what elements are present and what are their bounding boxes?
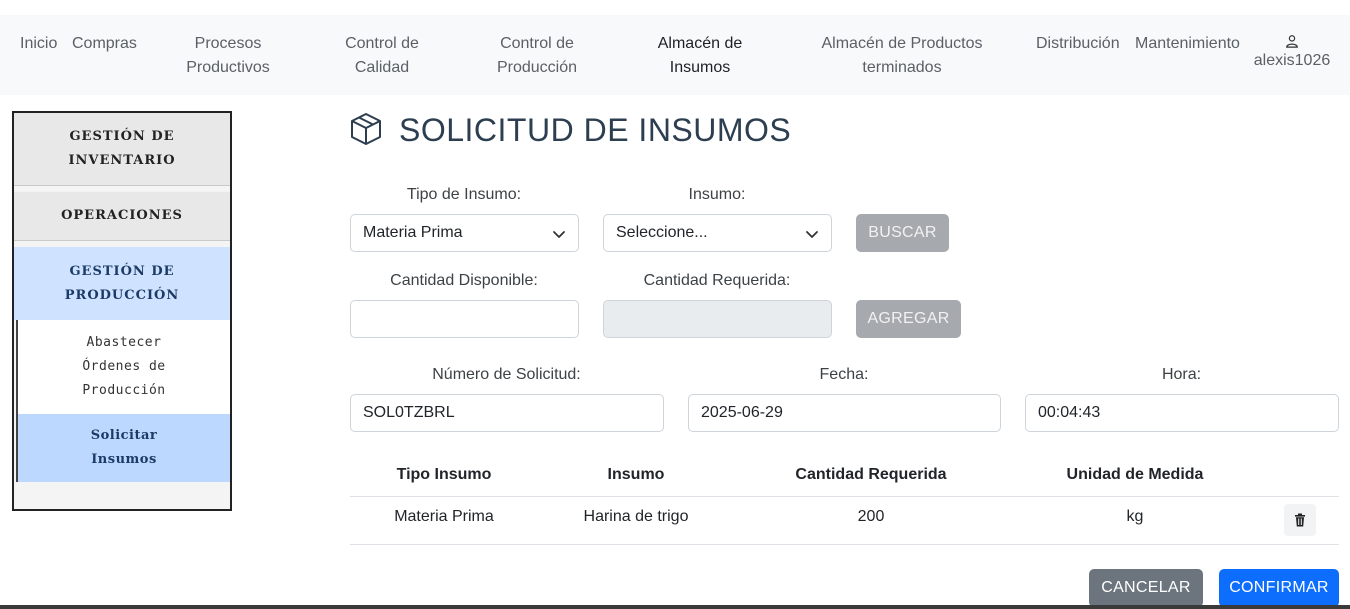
cantidad-disponible-label: Cantidad Disponible: xyxy=(390,272,538,289)
top-navbar: Inicio Compras Procesos Productivos Contr… xyxy=(0,15,1350,95)
cell-tipo: Materia Prima xyxy=(394,508,494,525)
cell-insumo: Harina de trigo xyxy=(583,508,689,525)
hora-field[interactable]: 00:04:43 xyxy=(1025,394,1339,432)
nav-item-distribucion[interactable]: Distribución xyxy=(1036,32,1120,56)
tipo-insumo-select[interactable]: Materia Prima xyxy=(350,214,579,252)
cancel-button[interactable]: CANCELAR xyxy=(1089,569,1203,607)
sidebar-section-gestion-produccion[interactable]: GESTIÓN DE PRODUCCIÓN xyxy=(14,247,230,320)
chevron-down-icon xyxy=(553,231,565,238)
numero-solicitud-label: Número de Solicitud: xyxy=(432,366,581,383)
column-header-cantidad: Cantidad Requerida xyxy=(795,466,947,483)
table-header-divider xyxy=(350,496,1339,497)
cell-unidad: kg xyxy=(1126,508,1144,525)
agregar-button[interactable]: AGREGAR xyxy=(856,300,961,338)
sidebar-section-operaciones[interactable]: OPERACIONES xyxy=(14,192,230,241)
fecha-field[interactable]: 2025-06-29 xyxy=(688,394,1001,432)
nav-item-procesos-productivos[interactable]: Procesos Productivos xyxy=(168,32,288,80)
insumo-label: Insumo: xyxy=(688,186,746,203)
nav-item-control-produccion[interactable]: Control de Producción xyxy=(477,32,597,80)
nav-item-control-calidad[interactable]: Control de Calidad xyxy=(322,32,442,80)
tipo-insumo-label: Tipo de Insumo: xyxy=(406,186,522,203)
delete-row-button[interactable] xyxy=(1284,504,1316,536)
confirm-button[interactable]: CONFIRMAR xyxy=(1219,569,1339,607)
trash-icon xyxy=(1295,513,1305,527)
chevron-down-icon xyxy=(806,231,818,238)
cell-cantidad: 200 xyxy=(857,508,885,525)
username: alexis1026 xyxy=(1253,52,1331,69)
sidebar-item-solicitar-insumos[interactable]: Solicitar Insumos xyxy=(16,414,230,482)
table-row-divider xyxy=(350,544,1339,545)
numero-solicitud-field[interactable]: SOL0TZBRL xyxy=(350,394,664,432)
column-header-tipo: Tipo Insumo xyxy=(396,466,492,483)
sidebar-item-abastecer-ordenes[interactable]: Abastecer Órdenes de Producción xyxy=(16,320,230,414)
tipo-insumo-value: Materia Prima xyxy=(363,224,463,241)
person-icon xyxy=(1286,35,1298,48)
buscar-button[interactable]: BUSCAR xyxy=(856,214,949,252)
box-icon xyxy=(351,113,381,145)
nav-item-mantenimiento[interactable]: Mantenimiento xyxy=(1135,32,1240,56)
user-menu[interactable]: alexis1026 xyxy=(1250,34,1334,73)
insumo-select[interactable]: Seleccione... xyxy=(603,214,832,252)
column-header-insumo: Insumo xyxy=(607,466,665,483)
cantidad-disponible-field[interactable] xyxy=(350,300,579,338)
column-header-unidad: Unidad de Medida xyxy=(1066,466,1204,483)
hora-label: Hora: xyxy=(1161,366,1202,383)
cantidad-requerida-label: Cantidad Requerida: xyxy=(643,272,791,289)
sidebar-section-gestion-inventario[interactable]: GESTIÓN DE INVENTARIO xyxy=(14,113,230,186)
bottom-edge xyxy=(0,605,1350,609)
sidebar: GESTIÓN DE INVENTARIO OPERACIONES GESTIÓN… xyxy=(12,111,232,511)
nav-item-inicio[interactable]: Inicio xyxy=(20,32,57,56)
cantidad-requerida-field[interactable] xyxy=(603,300,832,338)
fecha-label: Fecha: xyxy=(819,366,869,383)
nav-item-almacen-insumos[interactable]: Almacén de Insumos xyxy=(640,32,760,80)
page-title: SOLICITUD DE INSUMOS xyxy=(399,112,792,148)
nav-item-almacen-productos[interactable]: Almacén de Productos terminados xyxy=(812,32,992,80)
nav-item-compras[interactable]: Compras xyxy=(72,32,137,56)
insumo-value: Seleccione... xyxy=(616,224,708,241)
